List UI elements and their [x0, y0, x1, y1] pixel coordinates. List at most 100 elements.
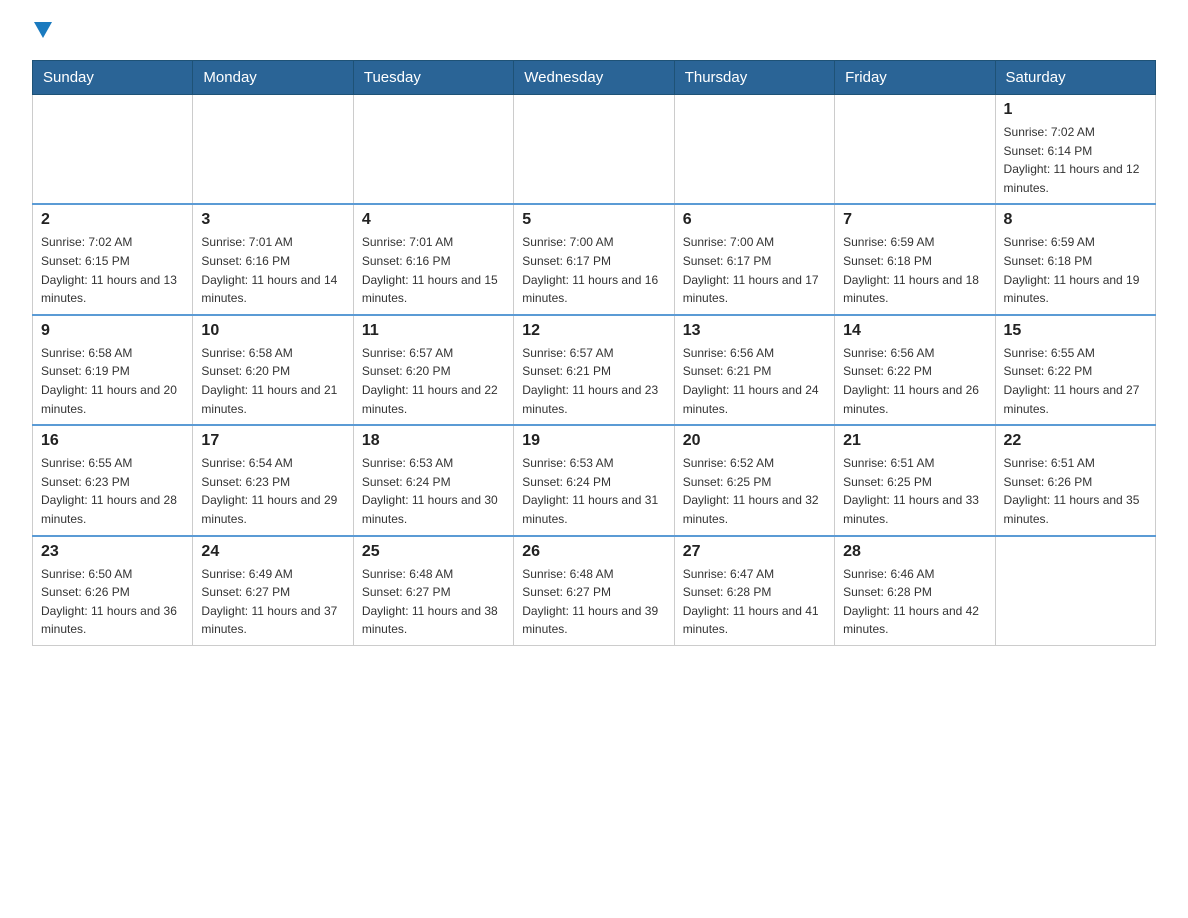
day-info: Sunrise: 6:58 AMSunset: 6:19 PMDaylight:…	[41, 344, 184, 418]
day-number: 24	[201, 543, 344, 561]
day-info: Sunrise: 6:59 AMSunset: 6:18 PMDaylight:…	[1004, 233, 1147, 307]
calendar-cell: 8 Sunrise: 6:59 AMSunset: 6:18 PMDaylight…	[995, 204, 1155, 314]
day-number: 12	[522, 322, 665, 340]
day-number: 20	[683, 432, 826, 450]
day-number: 14	[843, 322, 986, 340]
day-number: 23	[41, 543, 184, 561]
calendar-cell: 23 Sunrise: 6:50 AMSunset: 6:26 PMDayligh…	[33, 536, 193, 646]
day-number: 22	[1004, 432, 1147, 450]
calendar-cell: 15 Sunrise: 6:55 AMSunset: 6:22 PMDayligh…	[995, 315, 1155, 425]
day-info: Sunrise: 6:48 AMSunset: 6:27 PMDaylight:…	[522, 565, 665, 639]
day-info: Sunrise: 6:56 AMSunset: 6:22 PMDaylight:…	[843, 344, 986, 418]
day-number: 25	[362, 543, 505, 561]
day-info: Sunrise: 6:53 AMSunset: 6:24 PMDaylight:…	[522, 454, 665, 528]
calendar-week-row: 16 Sunrise: 6:55 AMSunset: 6:23 PMDayligh…	[33, 425, 1156, 535]
day-info: Sunrise: 6:55 AMSunset: 6:23 PMDaylight:…	[41, 454, 184, 528]
calendar-cell: 17Sunrise: 6:54 AMSunset: 6:23 PMDayligh…	[193, 425, 353, 535]
day-number: 6	[683, 211, 826, 229]
calendar-cell: 6 Sunrise: 7:00 AMSunset: 6:17 PMDaylight…	[674, 204, 834, 314]
day-info: Sunrise: 7:01 AMSunset: 6:16 PMDaylight:…	[201, 233, 344, 307]
calendar-week-row: 9 Sunrise: 6:58 AMSunset: 6:19 PMDaylight…	[33, 315, 1156, 425]
day-info: Sunrise: 6:48 AMSunset: 6:27 PMDaylight:…	[362, 565, 505, 639]
day-number: 19	[522, 432, 665, 450]
day-number: 11	[362, 322, 505, 340]
day-number: 1	[1004, 101, 1147, 119]
day-info: Sunrise: 6:51 AMSunset: 6:25 PMDaylight:…	[843, 454, 986, 528]
calendar-cell: 16 Sunrise: 6:55 AMSunset: 6:23 PMDayligh…	[33, 425, 193, 535]
day-info: Sunrise: 6:58 AMSunset: 6:20 PMDaylight:…	[201, 344, 344, 418]
logo-text	[32, 24, 52, 40]
calendar-cell	[674, 95, 834, 205]
calendar-cell: 24 Sunrise: 6:49 AMSunset: 6:27 PMDayligh…	[193, 536, 353, 646]
calendar-header-friday: Friday	[835, 61, 995, 95]
calendar-cell: 22 Sunrise: 6:51 AMSunset: 6:26 PMDayligh…	[995, 425, 1155, 535]
calendar-cell	[353, 95, 513, 205]
logo-triangle-icon	[34, 22, 52, 38]
day-info: Sunrise: 6:51 AMSunset: 6:26 PMDaylight:…	[1004, 454, 1147, 528]
day-info: Sunrise: 6:57 AMSunset: 6:20 PMDaylight:…	[362, 344, 505, 418]
day-number: 3	[201, 211, 344, 229]
day-info: Sunrise: 6:53 AMSunset: 6:24 PMDaylight:…	[362, 454, 505, 528]
calendar-week-row: 1 Sunrise: 7:02 AMSunset: 6:14 PMDaylight…	[33, 95, 1156, 205]
calendar-table: SundayMondayTuesdayWednesdayThursdayFrid…	[32, 60, 1156, 646]
day-info: Sunrise: 7:02 AMSunset: 6:14 PMDaylight:…	[1004, 123, 1147, 197]
day-number: 5	[522, 211, 665, 229]
day-number: 8	[1004, 211, 1147, 229]
calendar-cell	[193, 95, 353, 205]
calendar-cell	[514, 95, 674, 205]
calendar-header-monday: Monday	[193, 61, 353, 95]
calendar-cell: 7 Sunrise: 6:59 AMSunset: 6:18 PMDaylight…	[835, 204, 995, 314]
calendar-cell	[33, 95, 193, 205]
day-number: 27	[683, 543, 826, 561]
day-info: Sunrise: 6:49 AMSunset: 6:27 PMDaylight:…	[201, 565, 344, 639]
day-info: Sunrise: 6:59 AMSunset: 6:18 PMDaylight:…	[843, 233, 986, 307]
day-info: Sunrise: 6:46 AMSunset: 6:28 PMDaylight:…	[843, 565, 986, 639]
calendar-cell: 27 Sunrise: 6:47 AMSunset: 6:28 PMDayligh…	[674, 536, 834, 646]
day-info: Sunrise: 6:50 AMSunset: 6:26 PMDaylight:…	[41, 565, 184, 639]
calendar-week-row: 23 Sunrise: 6:50 AMSunset: 6:26 PMDayligh…	[33, 536, 1156, 646]
day-number: 16	[41, 432, 184, 450]
day-info: Sunrise: 7:00 AMSunset: 6:17 PMDaylight:…	[683, 233, 826, 307]
calendar-cell: 5 Sunrise: 7:00 AMSunset: 6:17 PMDaylight…	[514, 204, 674, 314]
calendar-header-thursday: Thursday	[674, 61, 834, 95]
calendar-cell: 18 Sunrise: 6:53 AMSunset: 6:24 PMDayligh…	[353, 425, 513, 535]
day-number: 26	[522, 543, 665, 561]
day-info: Sunrise: 6:56 AMSunset: 6:21 PMDaylight:…	[683, 344, 826, 418]
calendar-cell	[995, 536, 1155, 646]
day-number: 15	[1004, 322, 1147, 340]
calendar-cell: 26 Sunrise: 6:48 AMSunset: 6:27 PMDayligh…	[514, 536, 674, 646]
calendar-cell: 13 Sunrise: 6:56 AMSunset: 6:21 PMDayligh…	[674, 315, 834, 425]
day-number: 13	[683, 322, 826, 340]
day-info: Sunrise: 6:52 AMSunset: 6:25 PMDaylight:…	[683, 454, 826, 528]
calendar-cell: 14 Sunrise: 6:56 AMSunset: 6:22 PMDayligh…	[835, 315, 995, 425]
calendar-cell: 20 Sunrise: 6:52 AMSunset: 6:25 PMDayligh…	[674, 425, 834, 535]
calendar-cell: 25 Sunrise: 6:48 AMSunset: 6:27 PMDayligh…	[353, 536, 513, 646]
day-info: Sunrise: 7:02 AMSunset: 6:15 PMDaylight:…	[41, 233, 184, 307]
page-header	[32, 24, 1156, 42]
calendar-cell	[835, 95, 995, 205]
calendar-cell: 28 Sunrise: 6:46 AMSunset: 6:28 PMDayligh…	[835, 536, 995, 646]
calendar-cell: 12Sunrise: 6:57 AMSunset: 6:21 PMDayligh…	[514, 315, 674, 425]
day-number: 28	[843, 543, 986, 561]
calendar-cell: 9 Sunrise: 6:58 AMSunset: 6:19 PMDaylight…	[33, 315, 193, 425]
day-number: 17	[201, 432, 344, 450]
day-number: 18	[362, 432, 505, 450]
day-number: 10	[201, 322, 344, 340]
day-info: Sunrise: 7:00 AMSunset: 6:17 PMDaylight:…	[522, 233, 665, 307]
calendar-cell: 10 Sunrise: 6:58 AMSunset: 6:20 PMDayligh…	[193, 315, 353, 425]
calendar-week-row: 2Sunrise: 7:02 AMSunset: 6:15 PMDaylight…	[33, 204, 1156, 314]
calendar-header-row: SundayMondayTuesdayWednesdayThursdayFrid…	[33, 61, 1156, 95]
day-number: 7	[843, 211, 986, 229]
calendar-cell: 11 Sunrise: 6:57 AMSunset: 6:20 PMDayligh…	[353, 315, 513, 425]
calendar-cell: 4Sunrise: 7:01 AMSunset: 6:16 PMDaylight…	[353, 204, 513, 314]
calendar-cell: 2Sunrise: 7:02 AMSunset: 6:15 PMDaylight…	[33, 204, 193, 314]
day-info: Sunrise: 6:47 AMSunset: 6:28 PMDaylight:…	[683, 565, 826, 639]
calendar-header-wednesday: Wednesday	[514, 61, 674, 95]
day-number: 4	[362, 211, 505, 229]
calendar-cell: 3 Sunrise: 7:01 AMSunset: 6:16 PMDaylight…	[193, 204, 353, 314]
day-number: 9	[41, 322, 184, 340]
calendar-cell: 1 Sunrise: 7:02 AMSunset: 6:14 PMDaylight…	[995, 95, 1155, 205]
logo	[32, 24, 52, 42]
calendar-header-saturday: Saturday	[995, 61, 1155, 95]
day-info: Sunrise: 6:55 AMSunset: 6:22 PMDaylight:…	[1004, 344, 1147, 418]
